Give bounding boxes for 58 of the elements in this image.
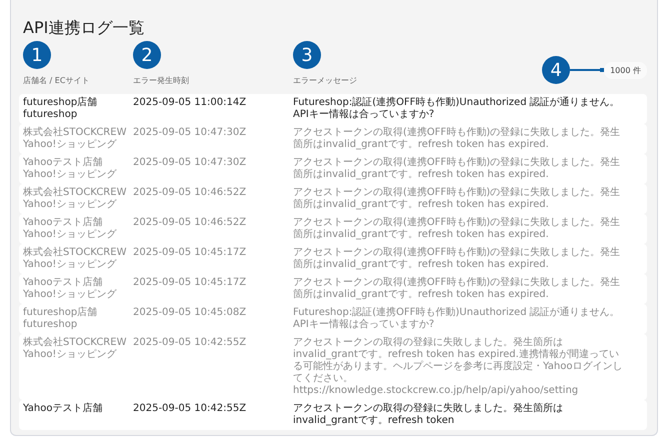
shop-name: 株式会社STOCKCREW bbox=[23, 247, 128, 259]
error-message: Futureshop:認証(連携OFF時も作動)Unauthorized 認証が通りません。APIキー情報は合っていますか? bbox=[293, 307, 621, 331]
column-header: 店舗名 / ECサイト bbox=[23, 75, 90, 86]
error-time: 2025-09-05 10:45:17Z bbox=[133, 247, 248, 260]
page-title: API連携ログ一覧 bbox=[22, 17, 146, 39]
log-row[interactable]: futureshop店舗 futureshop 2025-09-05 10:45:08Z Futureshop:認証(連携OFF時も作動)Unauthorized 認証が通りません。APIキー情報は合っていますか? bbox=[19, 304, 647, 334]
log-row[interactable]: Yahooテスト店舗 2025-09-05 10:42:55Z アクセストークンの取得の登録に失敗しました。発生箇所はinvalid_grantです。refresh token bbox=[19, 400, 647, 430]
shop-name: futureshop店舗 bbox=[23, 307, 98, 319]
error-time: 2025-09-05 10:45:08Z bbox=[133, 307, 248, 320]
error-message: アクセストークンの取得の登録に失敗しました。発生箇所はinvalid_grantです。refresh token has expired.連携情報が間違っている可能性があります。ヘルプページを参考に再度設定・Yahooログインしてください。https://knowledge.stockcrew.co.jp/help/api/yahoo/setting bbox=[293, 337, 624, 397]
ec-site: futureshop bbox=[23, 109, 78, 121]
column-header: エラーメッセージ bbox=[293, 75, 357, 86]
error-time: 2025-09-05 10:46:52Z bbox=[133, 217, 248, 230]
error-message: アクセストークンの取得(連携OFF時も作動)の登録に失敗しました。発生箇所はinvalid_grantです。refresh token has expired. bbox=[293, 157, 622, 181]
shop-name: Yahooテスト店舗 bbox=[23, 217, 104, 229]
log-row[interactable]: Yahooテスト店舗 Yahoo!ショッピング 2025-09-05 10:47:30Z アクセストークンの取得(連携OFF時も作動)の登録に失敗しました。発生箇所はinvalid_grantです。refresh token has expired. bbox=[19, 154, 647, 184]
ec-site: futureshop bbox=[23, 319, 78, 331]
callout-marker: 4 bbox=[542, 56, 570, 84]
log-row[interactable]: Yahooテスト店舗 Yahoo!ショッピング 2025-09-05 10:45:17Z アクセストークンの取得(連携OFF時も作動)の登録に失敗しました。発生箇所はinvalid_grantです。refresh token has expired. bbox=[19, 274, 647, 304]
shop-name: 株式会社STOCKCREW bbox=[23, 187, 128, 199]
shop-name: Yahooテスト店舗 bbox=[23, 403, 104, 415]
callout-marker: 1 bbox=[23, 41, 51, 69]
error-time: 2025-09-05 11:00:14Z bbox=[133, 97, 248, 110]
log-row[interactable]: 株式会社STOCKCREW Yahoo!ショッピング 2025-09-05 10:46:52Z アクセストークンの取得(連携OFF時も作動)の登録に失敗しました。発生箇所はinvalid_grantです。refresh token has expired. bbox=[19, 184, 647, 214]
error-message: アクセストークンの取得(連携OFF時も作動)の登録に失敗しました。発生箇所はinvalid_grantです。refresh token has expired. bbox=[293, 127, 622, 151]
shop-name: Yahooテスト店舗 bbox=[23, 157, 104, 169]
error-time: 2025-09-05 10:42:55Z bbox=[133, 337, 248, 350]
log-row[interactable]: futureshop店舗 futureshop 2025-09-05 11:00:14Z Futureshop:認証(連携OFF時も作動)Unauthorized 認証が通りません。APIキー情報は合っていますか? bbox=[19, 94, 647, 124]
error-message: アクセストークンの取得(連携OFF時も作動)の登録に失敗しました。発生箇所はinvalid_grantです。refresh token has expired. bbox=[293, 277, 622, 301]
ec-site: Yahoo!ショッピング bbox=[23, 199, 118, 211]
shop-name: 株式会社STOCKCREW bbox=[23, 127, 128, 139]
log-row[interactable]: 株式会社STOCKCREW Yahoo!ショッピング 2025-09-05 10:47:30Z アクセストークンの取得(連携OFF時も作動)の登録に失敗しました。発生箇所はinvalid_grantです。refresh token has expired. bbox=[19, 124, 647, 154]
error-time: 2025-09-05 10:42:55Z bbox=[133, 403, 248, 416]
error-message: アクセストークンの取得(連携OFF時も作動)の登録に失敗しました。発生箇所はinvalid_grantです。refresh token has expired. bbox=[293, 187, 622, 211]
ec-site: Yahoo!ショッピング bbox=[23, 349, 118, 361]
error-message: アクセストークンの取得(連携OFF時も作動)の登録に失敗しました。発生箇所はinvalid_grantです。refresh token has expired. bbox=[293, 247, 622, 271]
ec-site: Yahoo!ショッピング bbox=[23, 139, 118, 151]
callout-marker: 2 bbox=[133, 41, 161, 69]
callout-marker: 3 bbox=[293, 41, 321, 69]
shop-name: futureshop店舗 bbox=[23, 97, 98, 109]
ec-site: Yahoo!ショッピング bbox=[23, 169, 118, 181]
column-header: エラー発生時刻 bbox=[133, 75, 189, 86]
log-row[interactable]: 株式会社STOCKCREW Yahoo!ショッピング 2025-09-05 10:45:17Z アクセストークンの取得(連携OFF時も作動)の登録に失敗しました。発生箇所はinvalid_grantです。refresh token has expired. bbox=[19, 244, 647, 274]
error-time: 2025-09-05 10:47:30Z bbox=[133, 127, 248, 140]
error-time: 2025-09-05 10:47:30Z bbox=[133, 157, 248, 170]
leader-line bbox=[570, 69, 600, 71]
record-count: 1000 件 bbox=[604, 62, 647, 78]
log-row[interactable]: Yahooテスト店舗 Yahoo!ショッピング 2025-09-05 10:46:52Z アクセストークンの取得(連携OFF時も作動)の登録に失敗しました。発生箇所はinvalid_grantです。refresh token has expired. bbox=[19, 214, 647, 244]
ec-site: Yahoo!ショッピング bbox=[23, 229, 118, 241]
error-time: 2025-09-05 10:45:17Z bbox=[133, 277, 248, 290]
shop-name: 株式会社STOCKCREW bbox=[23, 337, 128, 349]
error-message: アクセストークンの取得(連携OFF時も作動)の登録に失敗しました。発生箇所はinvalid_grantです。refresh token has expired. bbox=[293, 217, 622, 241]
shop-name: Yahooテスト店舗 bbox=[23, 277, 104, 289]
error-message: アクセストークンの取得の登録に失敗しました。発生箇所はinvalid_grantです。refresh token bbox=[293, 403, 564, 427]
ec-site: Yahoo!ショッピング bbox=[23, 259, 118, 271]
ec-site: Yahoo!ショッピング bbox=[23, 289, 118, 301]
error-time: 2025-09-05 10:46:52Z bbox=[133, 187, 248, 200]
error-message: Futureshop:認証(連携OFF時も作動)Unauthorized 認証が通りません。APIキー情報は合っていますか? bbox=[293, 97, 621, 121]
